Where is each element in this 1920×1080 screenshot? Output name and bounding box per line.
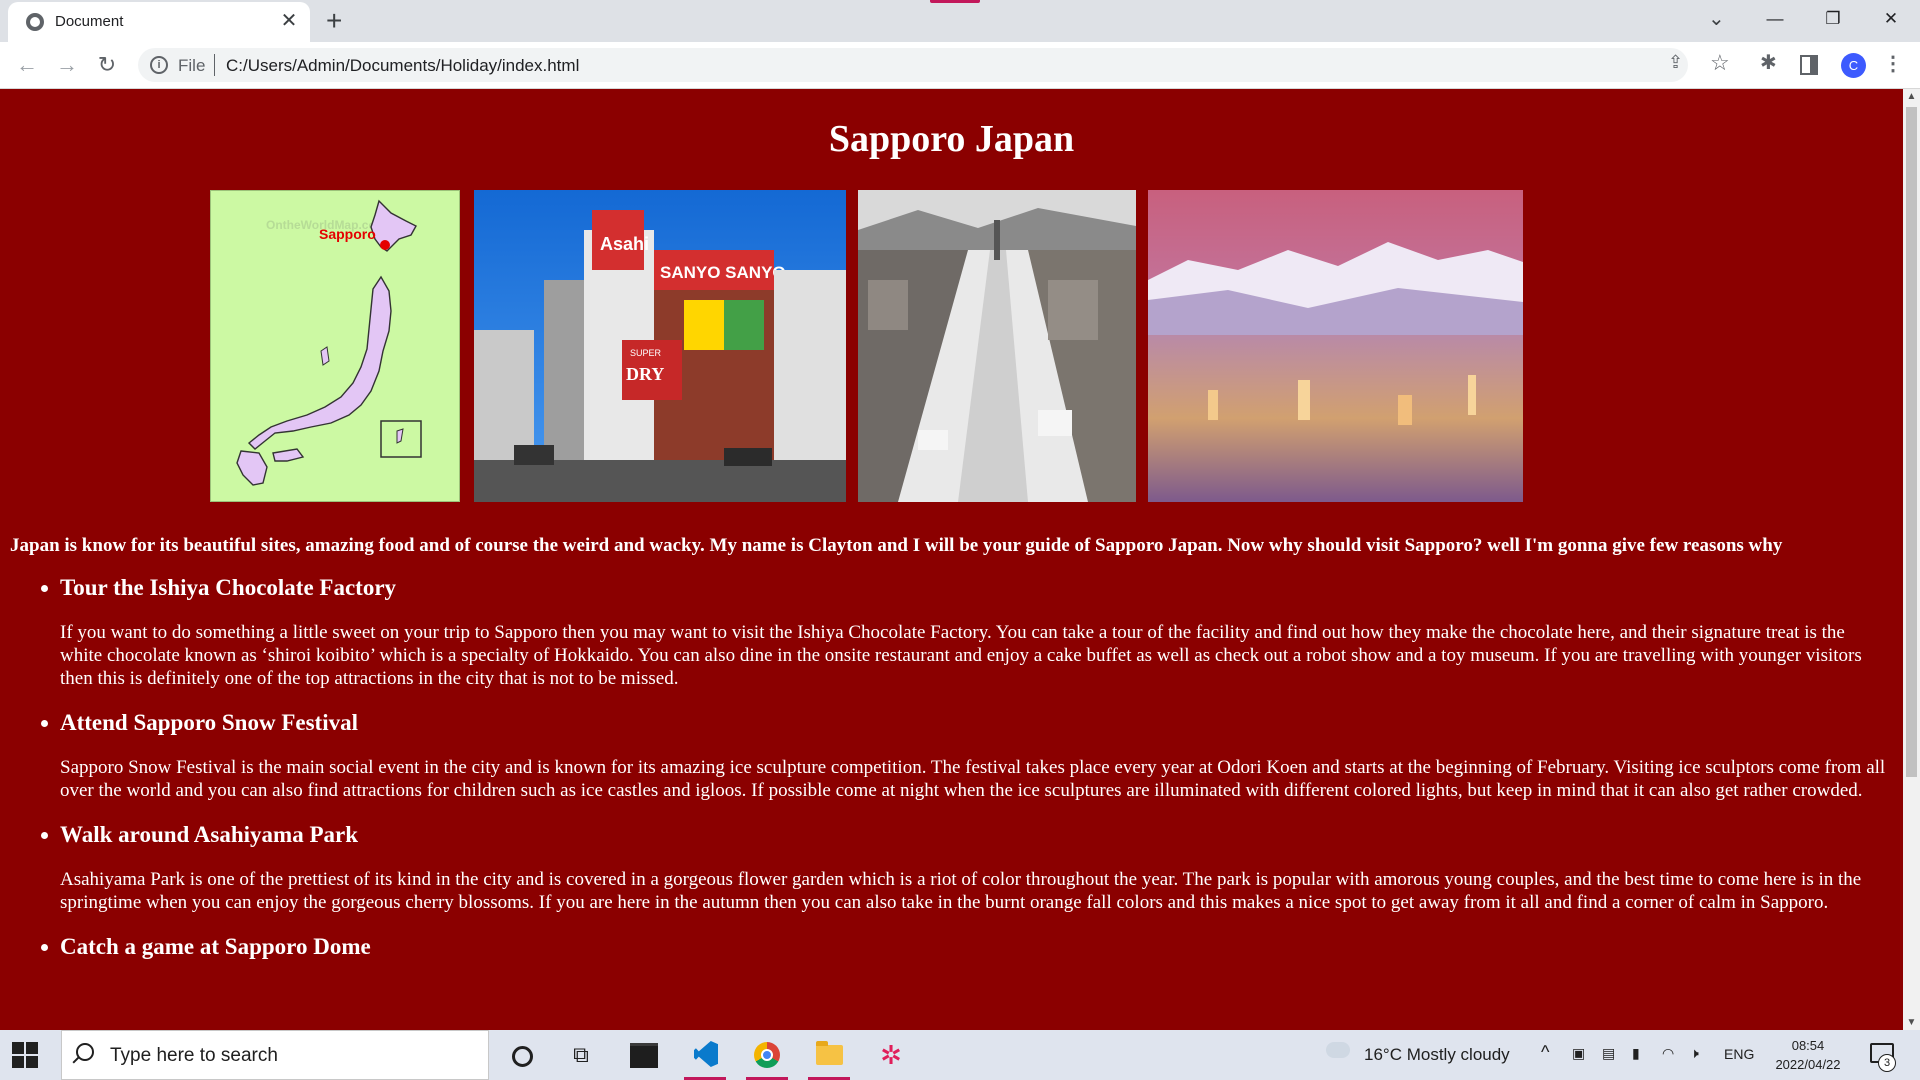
wifi-icon[interactable]: ◠ (1662, 1045, 1674, 1062)
minimize-button[interactable]: — (1752, 0, 1798, 38)
share-icon[interactable]: ⇪ (1668, 52, 1683, 73)
search-icon (76, 1043, 94, 1061)
bullet (41, 720, 48, 727)
clock[interactable]: 08:54 2022/04/22 (1768, 1036, 1848, 1074)
attraction-description: Asahiyama Park is one of the prettiest o… (60, 869, 1862, 913)
page-title: Sapporo Japan (828, 118, 1075, 160)
info-icon[interactable]: i (150, 56, 168, 74)
attractions-list: Tour the Ishiya Chocolate Factory If you… (41, 574, 1890, 980)
page-viewport: Sapporo Japan OntheWorldMap.com Sapporo (0, 89, 1903, 1030)
taskbar: Type here to search ⧉ ✲ 16°C Mostly clou… (0, 1030, 1920, 1080)
profile-avatar[interactable]: C (1841, 53, 1866, 78)
windows-start-icon[interactable] (12, 1042, 38, 1068)
divider (214, 54, 215, 76)
bullet (41, 585, 48, 592)
address-bar[interactable]: i File C:/Users/Admin/Documents/Holiday/… (138, 48, 1730, 82)
tab-strip: Document ✕ + ⌄ — ❐ ✕ (0, 0, 1920, 42)
scroll-down-arrow-icon[interactable]: ▼ (1903, 1017, 1920, 1028)
sign-sanyo: SANYO SANYO (660, 263, 786, 282)
search-placeholder: Type here to search (110, 1045, 278, 1066)
browser-toolbar: ← → ↻ i File C:/Users/Admin/Documents/Ho… (0, 42, 1920, 89)
attraction-description: Sapporo Snow Festival is the main social… (60, 757, 1886, 801)
notification-count-badge: 3 (1878, 1054, 1896, 1072)
chrome-app-icon[interactable] (742, 1030, 792, 1080)
tab-search-icon[interactable]: ⌄ (1708, 6, 1725, 31)
vertical-scrollbar[interactable]: ▲ ▼ (1903, 89, 1920, 1030)
input-language[interactable]: ENG (1724, 1046, 1754, 1062)
snow-festival-photo (858, 190, 1136, 502)
cortana-icon[interactable] (496, 1030, 546, 1080)
display-icon[interactable]: ▤ (1602, 1045, 1615, 1062)
url-text[interactable]: C:/Users/Admin/Documents/Holiday/index.h… (226, 56, 579, 76)
globe-icon (26, 13, 44, 31)
scheme-label: File (178, 56, 206, 75)
attraction-description: If you want to do something a little swe… (60, 622, 1862, 689)
map-label-sapporo: Sapporo (319, 226, 376, 242)
mountain-city-photo (1148, 190, 1523, 502)
browser-tab[interactable]: Document ✕ (8, 2, 310, 42)
street-photo: Asahi SANYO SANYO SUPER DRY (474, 190, 846, 502)
scroll-up-arrow-icon[interactable]: ▲ (1903, 91, 1920, 102)
bullet (41, 832, 48, 839)
weather-cloud-icon[interactable] (1326, 1036, 1350, 1058)
list-item: Tour the Ishiya Chocolate Factory If you… (41, 574, 1890, 690)
list-item: Walk around Asahiyama Park Asahiyama Par… (41, 821, 1890, 914)
show-hidden-icons-chevron-icon[interactable]: ^ (1541, 1042, 1549, 1063)
menu-icon[interactable]: ⋮ (1883, 51, 1903, 76)
bookmark-star-icon[interactable]: ☆ (1710, 50, 1730, 76)
extensions-icon[interactable]: ✱ (1760, 50, 1777, 75)
sapporo-marker (380, 240, 390, 250)
bullet (41, 944, 48, 951)
task-view-icon[interactable]: ⧉ (556, 1030, 606, 1080)
close-tab-icon[interactable]: ✕ (278, 10, 300, 32)
new-tab-button[interactable]: + (326, 6, 342, 36)
close-window-button[interactable]: ✕ (1868, 0, 1914, 38)
reload-button[interactable]: ↻ (92, 50, 122, 80)
meet-now-icon[interactable]: ▣ (1572, 1045, 1585, 1062)
list-item: Attend Sapporo Snow Festival Sapporo Sno… (41, 709, 1890, 802)
maximize-button[interactable]: ❐ (1810, 0, 1856, 38)
back-button[interactable]: ← (12, 50, 42, 80)
recording-indicator (930, 0, 980, 3)
sign-asahi: Asahi (600, 234, 649, 254)
sign-super: SUPER (630, 348, 662, 358)
vscode-app-icon[interactable] (680, 1030, 730, 1080)
volume-muted-icon[interactable]: 🕨 (1690, 1045, 1699, 1062)
clock-date: 2022/04/22 (1775, 1057, 1841, 1072)
terminal-app-icon[interactable] (618, 1030, 668, 1080)
intro-paragraph: Japan is know for its beautiful sites, a… (10, 535, 1783, 556)
battery-icon[interactable]: ▮ (1632, 1045, 1640, 1062)
clock-time: 08:54 (1791, 1038, 1825, 1053)
attraction-title: Walk around Asahiyama Park (60, 822, 359, 847)
attraction-title: Tour the Ishiya Chocolate Factory (60, 575, 397, 600)
scrollbar-thumb[interactable] (1906, 107, 1917, 777)
sign-dry: DRY (626, 364, 664, 384)
side-panel-icon[interactable] (1800, 55, 1818, 75)
japan-map-image: OntheWorldMap.com Sapporo (210, 190, 460, 502)
attraction-title: Attend Sapporo Snow Festival (60, 710, 358, 735)
attraction-title: Catch a game at Sapporo Dome (60, 934, 371, 959)
file-explorer-app-icon[interactable] (804, 1030, 854, 1080)
list-item: Catch a game at Sapporo Dome (41, 933, 1890, 961)
forward-button[interactable]: → (52, 50, 82, 80)
slack-app-icon[interactable]: ✲ (866, 1030, 916, 1080)
taskbar-search-box[interactable]: Type here to search (61, 1030, 489, 1080)
weather-text[interactable]: 16°C Mostly cloudy (1364, 1045, 1510, 1065)
tab-title: Document (55, 13, 124, 30)
